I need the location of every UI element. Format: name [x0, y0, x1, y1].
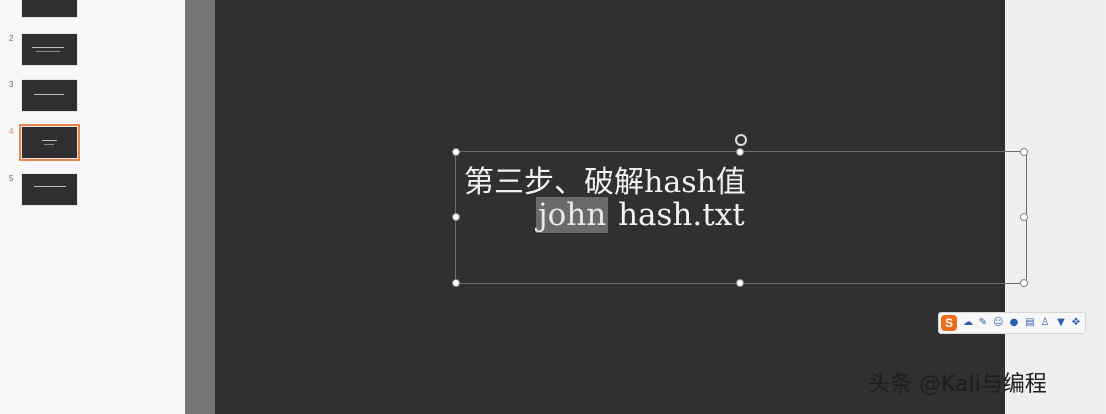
mic-icon[interactable]: ● — [1009, 317, 1019, 329]
slide-thumbnail-5[interactable]: 5 — [0, 174, 185, 214]
shirt-icon[interactable]: ▼ — [1056, 317, 1066, 329]
ime-logo-icon[interactable]: S — [941, 315, 957, 331]
resize-handle-bottom-right[interactable] — [1020, 279, 1028, 287]
slide-thumbnail-image[interactable] — [22, 0, 77, 17]
slide-thumbnail-image-selected[interactable] — [19, 124, 80, 161]
slide-thumbnail-image[interactable] — [22, 174, 77, 205]
slide-shadow — [185, 0, 215, 414]
slide-title-text[interactable]: 第三步、破解hash值 — [464, 157, 746, 201]
slide-thumbnail-panel: 2 3 4 5 — [0, 0, 185, 414]
resize-handle-right[interactable] — [1020, 213, 1028, 221]
resize-handle-bottom[interactable] — [736, 279, 744, 287]
rotate-handle[interactable] — [735, 134, 747, 146]
emoji-icon[interactable]: ☺ — [993, 317, 1003, 329]
resize-handle-top-right[interactable] — [1020, 148, 1028, 156]
keyboard-icon[interactable]: ▤ — [1025, 317, 1035, 329]
resize-handle-left[interactable] — [452, 213, 460, 221]
ime-toolbar[interactable]: S ☁ ✎ ☺ ● ▤ ♙ ▼ ✥ — [938, 312, 1086, 334]
slide-number: 3 — [9, 80, 14, 89]
tools-icon[interactable]: ✥ — [1071, 317, 1081, 329]
resize-handle-bottom-left[interactable] — [452, 279, 460, 287]
slide-thumbnail-image[interactable] — [22, 34, 77, 65]
slide-thumbnail-3[interactable]: 3 — [0, 80, 185, 120]
slide-thumbnail-4[interactable]: 4 — [0, 124, 185, 167]
slide-number: 2 — [9, 34, 14, 43]
cloud-icon[interactable]: ☁ — [963, 317, 973, 329]
slide-number: 5 — [9, 174, 14, 183]
slide-thumbnail-image[interactable] — [22, 80, 77, 111]
selected-text[interactable]: john — [536, 197, 609, 233]
slide-command-text[interactable]: john hash.txt — [536, 197, 745, 233]
command-argument-text[interactable]: hash.txt — [608, 197, 745, 233]
brush-icon[interactable]: ✎ — [978, 317, 988, 329]
slide-thumbnail-2[interactable]: 2 — [0, 34, 185, 74]
slide-number: 4 — [9, 127, 14, 136]
watermark-text: 头条 @Kali与编程 — [868, 372, 1047, 397]
resize-handle-top[interactable] — [736, 148, 744, 156]
user-icon[interactable]: ♙ — [1040, 317, 1050, 329]
resize-handle-top-left[interactable] — [452, 148, 460, 156]
